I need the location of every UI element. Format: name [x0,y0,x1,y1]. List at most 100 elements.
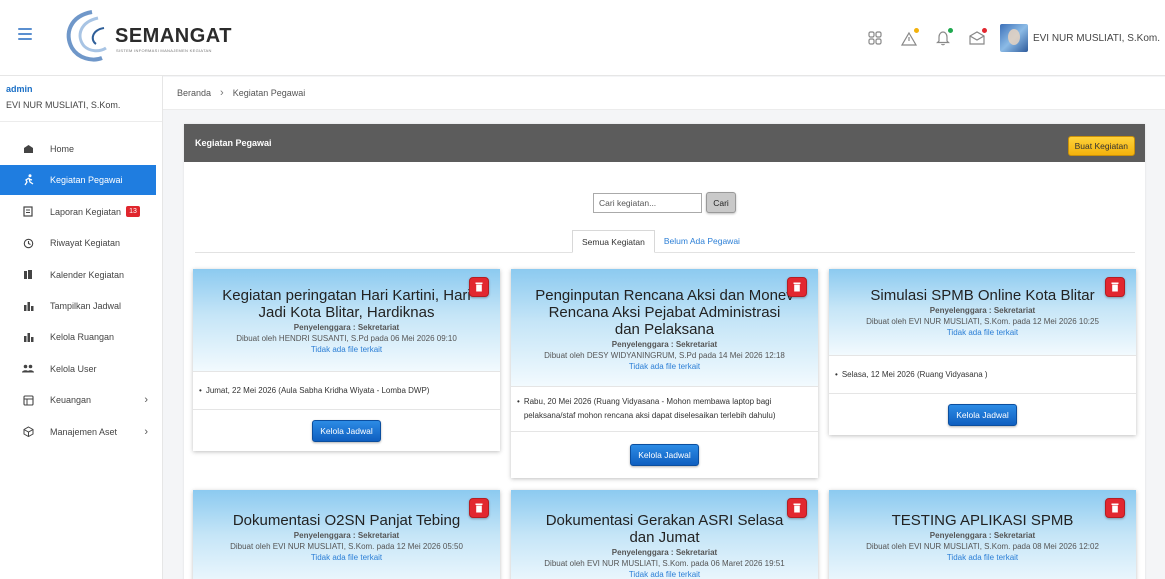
schedule-item: Rabu, 20 Mei 2026 (Ruang Vidyasana - Moh… [523,397,776,420]
users-icon [22,363,34,375]
card-title: Dokumentasi O2SN Panjat Tebing [232,512,461,529]
sidebar-item-home[interactable]: Home [0,134,162,164]
trash-icon [1111,282,1119,292]
card-footer: Kelola Jadwal [193,410,500,451]
card-created-by: Dibuat oleh EVI NUR MUSLIATI, S.Kom. pad… [866,317,1099,326]
card-footer: Kelola Jadwal [511,432,818,478]
delete-button[interactable] [469,277,489,297]
sidebar-item-label: Kelola Ruangan [50,332,115,343]
activity-card: TESTING APLIKASI SPMB Penyelenggara : Se… [829,490,1136,579]
sidebar-item-laporan-kegiatan[interactable]: Laporan Kegiatan 13 [0,197,162,227]
panel-header: Kegiatan Pegawai Buat Kegiatan [184,124,1145,162]
card-header: TESTING APLIKASI SPMB Penyelenggara : Se… [829,490,1136,579]
sidebar-item-label: Kegiatan Pegawai [50,175,123,186]
sidebar-item-label: Kalender Kegiatan [50,269,125,280]
logo-text: SEMANGAT [115,25,232,47]
sidebar-item-manajemen-aset[interactable]: Manajemen Aset › [0,417,162,447]
header-username[interactable]: EVI NUR MUSLIATI, S.Kom. [1033,33,1160,44]
box-icon [22,426,34,438]
card-created-by: Dibuat oleh DESY WIDYANINGRUM, S.Pd pada… [544,351,785,360]
create-activity-button[interactable]: Buat Kegiatan [1067,136,1135,156]
card-header: Penginputan Rencana Aksi dan Monev Renca… [511,269,818,386]
card-file-link[interactable]: Tidak ada file terkait [213,345,480,354]
sidebar-item-tampilkan-jadwal[interactable]: Tampilkan Jadwal [0,291,162,321]
sidebar-item-kalender-kegiatan[interactable]: Kalender Kegiatan [0,260,162,290]
chevron-right-icon: › [144,394,148,407]
card-header: Kegiatan peringatan Hari Kartini, Hari J… [193,269,500,371]
sidebar-item-kelola-user[interactable]: Kelola User [0,354,162,384]
header-actions: EVI NUR MUSLIATI, S.Kom. [864,24,1165,52]
mail-icon[interactable] [966,27,988,49]
delete-button[interactable] [787,498,807,518]
trash-icon [475,503,483,513]
home-icon [22,143,34,155]
tab-belum-ada-pegawai[interactable]: Belum Ada Pegawai [655,230,749,253]
delete-button[interactable] [1105,277,1125,297]
card-organizer: Penyelenggara : Sekretariat [929,306,1036,315]
trash-icon [475,282,483,292]
logo-swirl-icon [66,10,107,62]
card-file-link[interactable]: Tidak ada file terkait [849,553,1116,562]
delete-button[interactable] [787,277,807,297]
user-role: admin [6,84,33,94]
bell-icon[interactable] [932,27,954,49]
sidebar-item-keuangan[interactable]: Keuangan › [0,385,162,415]
card-footer: Kelola Jadwal [829,394,1136,435]
card-created-by: Dibuat oleh EVI NUR MUSLIATI, S.Kom. pad… [544,559,785,568]
user-avatar[interactable] [999,24,1028,52]
sidebar-item-label: Tampilkan Jadwal [50,300,122,311]
card-file-link[interactable]: Tidak ada file terkait [849,328,1116,337]
schedule-item: Selasa, 12 Mei 2026 (Ruang Vidyasana ) [841,369,988,379]
activity-card: Simulasi SPMB Online Kota Blitar Penyele… [829,269,1136,435]
table-icon [22,394,34,406]
warning-icon[interactable] [898,27,920,49]
activity-card: Kegiatan peringatan Hari Kartini, Hari J… [193,269,500,451]
sidebar-item-label: Keuangan [50,395,92,406]
card-title: Dokumentasi Gerakan ASRI Selasa dan Juma… [545,512,784,546]
manage-schedule-button[interactable]: Kelola Jadwal [312,419,381,442]
tab-semua-kegiatan[interactable]: Semua Kegiatan [572,230,655,253]
card-organizer: Penyelenggara : Sekretariat [611,548,718,557]
card-header: Dokumentasi O2SN Panjat Tebing Penyeleng… [193,490,500,579]
delete-button[interactable] [469,498,489,518]
sidebar-item-label: Kelola User [50,363,97,374]
trash-icon [793,503,801,513]
sidebar: admin EVI NUR MUSLIATI, S.Kom. Home Kegi… [0,76,163,579]
card-file-link[interactable]: Tidak ada file terkait [531,570,798,579]
sidebar-item-label: Manajemen Aset [50,426,118,437]
app-logo[interactable]: SEMANGAT SISTEM INFORMASI MANAJEMEN KEGI… [62,8,232,68]
manage-schedule-button[interactable]: Kelola Jadwal [948,403,1017,426]
sidebar-menu: Home Kegiatan Pegawai Laporan Kegiatan 1… [0,134,162,447]
breadcrumb-home[interactable]: Beranda [177,88,211,98]
card-organizer: Penyelenggara : Sekretariat [293,531,400,540]
card-created-by: Dibuat oleh HENDRI SUSANTI, S.Pd pada 06… [236,334,457,343]
card-created-by: Dibuat oleh EVI NUR MUSLIATI, S.Kom. pad… [866,542,1099,551]
card-schedule: • Selasa, 12 Mei 2026 (Ruang Vidyasana ) [829,355,1136,394]
sidebar-item-kelola-ruangan[interactable]: Kelola Ruangan [0,322,162,352]
trash-icon [793,282,801,292]
activity-card: Dokumentasi O2SN Panjat Tebing Penyeleng… [193,490,500,579]
card-title: TESTING APLIKASI SPMB [891,512,1074,529]
manage-schedule-button[interactable]: Kelola Jadwal [630,444,699,466]
card-file-link[interactable]: Tidak ada file terkait [213,553,480,562]
card-file-link[interactable]: Tidak ada file terkait [531,362,798,371]
hamburger-menu-icon[interactable] [18,28,32,40]
search-input[interactable] [593,192,702,213]
search-button[interactable]: Cari [706,192,736,213]
apps-grid-icon[interactable] [864,27,886,49]
trash-icon [1111,503,1119,513]
sidebar-item-kegiatan-pegawai[interactable]: Kegiatan Pegawai [0,165,162,196]
breadcrumb-current: Kegiatan Pegawai [232,88,306,98]
schedule-item: Jumat, 22 Mei 2026 (Aula Sabha Kridha Wi… [205,385,430,395]
sidebar-item-label: Riwayat Kegiatan [50,238,121,249]
sidebar-item-label: Laporan Kegiatan [50,206,122,217]
sidebar-username: EVI NUR MUSLIATI, S.Kom. [6,100,121,110]
logo-subtitle: SISTEM INFORMASI MANAJEMEN KEGIATAN [116,48,212,53]
history-icon [22,237,34,249]
sidebar-item-label: Home [50,144,75,154]
sidebar-item-riwayat-kegiatan[interactable]: Riwayat Kegiatan [0,228,162,258]
card-schedule: • Rabu, 20 Mei 2026 (Ruang Vidyasana - Mo… [511,386,818,432]
card-schedule: • Jumat, 22 Mei 2026 (Aula Sabha Kridha W… [193,371,500,410]
kegiatan-panel: Kegiatan Pegawai Buat Kegiatan Cari Semu… [184,124,1145,579]
delete-button[interactable] [1105,498,1125,518]
